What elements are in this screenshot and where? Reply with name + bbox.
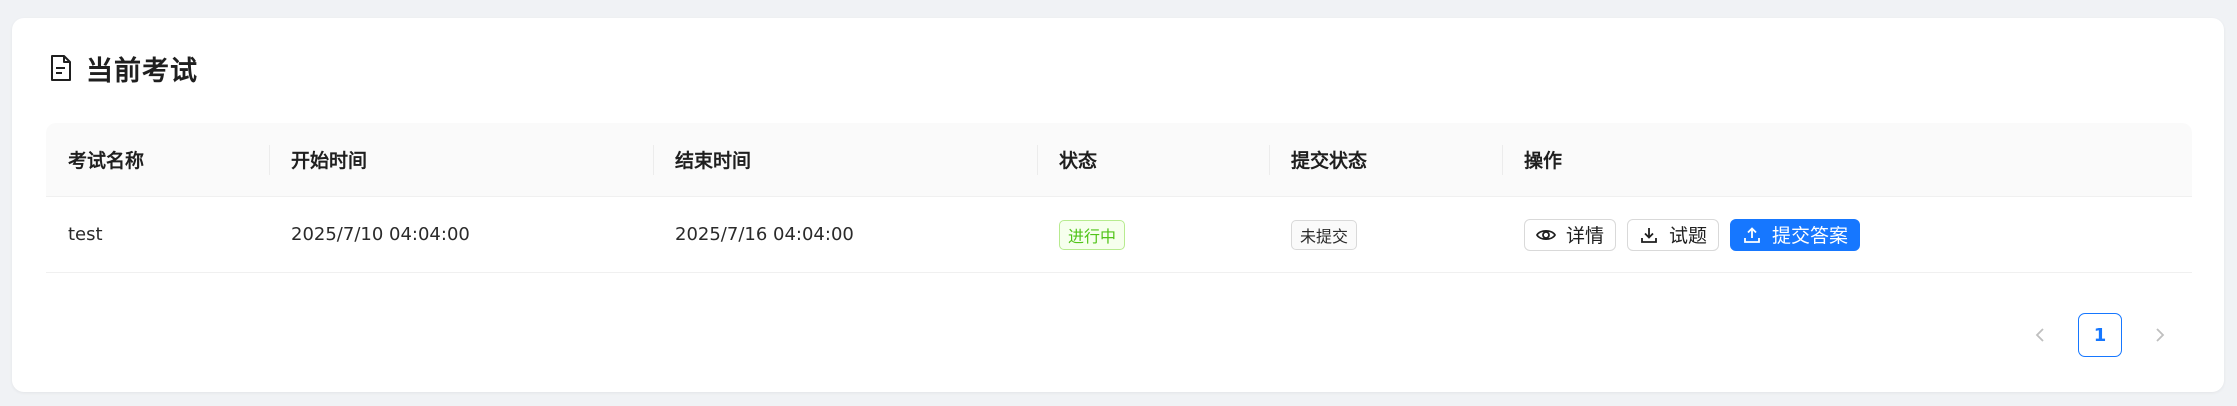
cell-end-time: 2025/7/16 04:04:00 [675, 224, 854, 245]
status-badge: 进行中 [1059, 219, 1126, 250]
questions-button-label: 试题 [1669, 225, 1708, 247]
download-icon [1639, 225, 1659, 245]
column-header-actions: 操作 [1502, 123, 2192, 196]
previous-page-button[interactable] [2020, 313, 2060, 357]
questions-button[interactable]: 试题 [1627, 218, 1720, 251]
chevron-left-icon [2035, 328, 2044, 342]
eye-icon [1536, 225, 1556, 245]
submit-answer-button-label: 提交答案 [1772, 225, 1849, 247]
table-header: 考试名称 开始时间 结束时间 状态 提交状态 操作 [46, 123, 2192, 197]
document-icon [46, 53, 76, 83]
cell-exam-name: test [68, 224, 103, 245]
column-header-end-time: 结束时间 [653, 123, 1037, 196]
current-exams-card: 当前考试 考试名称 开始时间 结束时间 状态 提交状态 操作 test 2025… [12, 18, 2224, 392]
exam-table: 考试名称 开始时间 结束时间 状态 提交状态 操作 test 2025/7/10… [46, 123, 2192, 273]
upload-icon [1742, 225, 1762, 245]
page-number-button[interactable]: 1 [2078, 313, 2122, 357]
table-row: test 2025/7/10 04:04:00 2025/7/16 04:04:… [46, 197, 2192, 273]
chevron-right-icon [2156, 328, 2165, 342]
pagination: 1 [2020, 313, 2180, 357]
column-header-status: 状态 [1037, 123, 1269, 196]
card-header: 当前考试 [46, 48, 198, 88]
details-button-label: 详情 [1566, 225, 1605, 247]
submit-status-badge: 未提交 [1291, 219, 1358, 250]
column-header-exam-name: 考试名称 [68, 150, 145, 172]
row-actions: 详情 试题 提交答案 [1524, 218, 1861, 251]
page-title: 当前考试 [86, 55, 198, 87]
column-header-start-time: 开始时间 [269, 123, 653, 196]
column-header-submit-status: 提交状态 [1269, 123, 1502, 196]
cell-submit-status: 未提交 [1269, 197, 1502, 272]
details-button[interactable]: 详情 [1524, 218, 1617, 251]
cell-start-time: 2025/7/10 04:04:00 [291, 224, 470, 245]
next-page-button[interactable] [2140, 313, 2180, 357]
submit-answer-button[interactable]: 提交答案 [1730, 218, 1861, 251]
cell-actions: 详情 试题 提交答案 [1502, 197, 2192, 272]
cell-status: 进行中 [1037, 197, 1269, 272]
